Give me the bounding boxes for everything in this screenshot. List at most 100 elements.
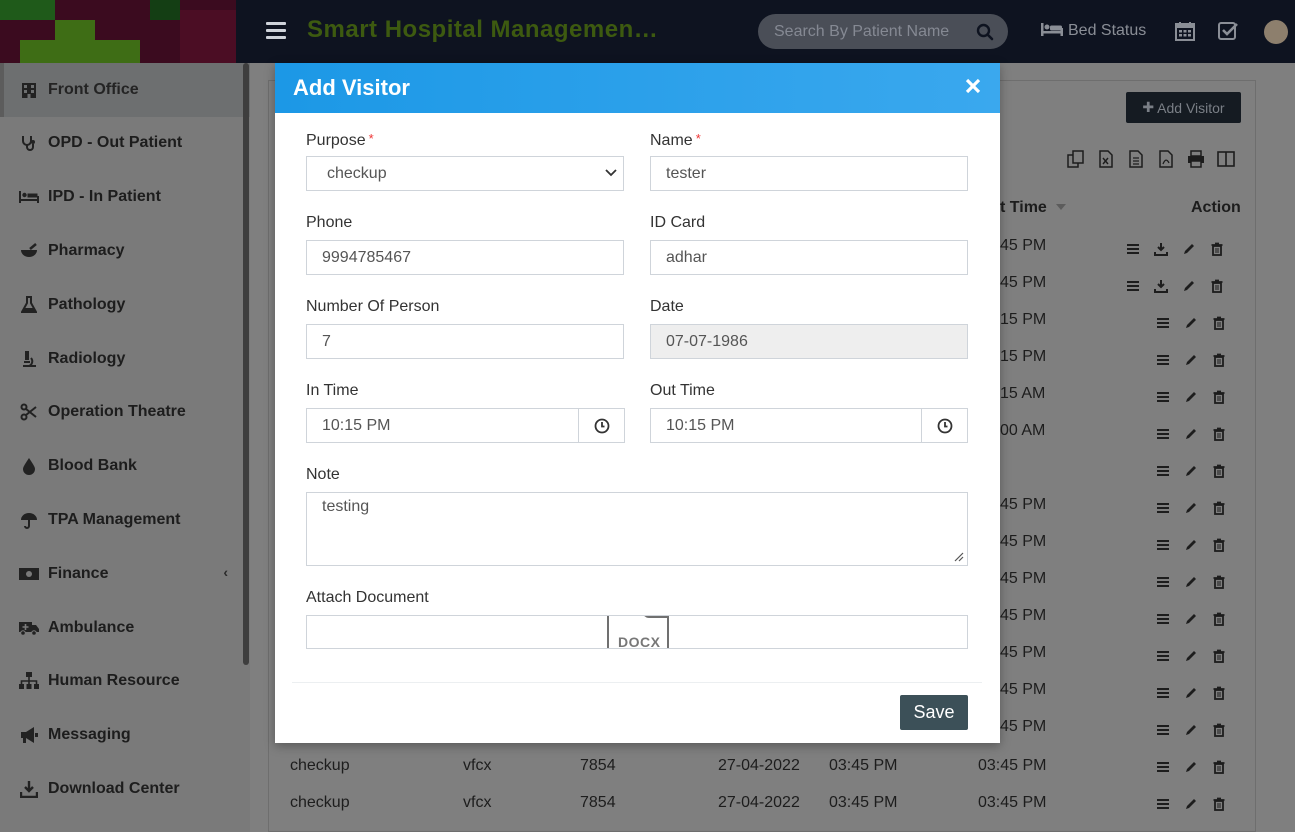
edit-icon[interactable] <box>1184 501 1198 515</box>
sidebar-item-messaging[interactable]: Messaging <box>0 708 250 762</box>
resize-handle-icon[interactable] <box>954 552 964 562</box>
menu-toggle-icon[interactable] <box>266 22 286 40</box>
delete-icon[interactable] <box>1212 612 1226 626</box>
column-header-out-time[interactable]: t Time <box>1000 199 1047 217</box>
id-card-input[interactable]: adhar <box>650 240 968 275</box>
list-icon[interactable] <box>1156 797 1170 811</box>
delete-icon[interactable] <box>1212 353 1226 367</box>
sidebar-item-pharmacy[interactable]: Pharmacy <box>0 224 250 278</box>
list-icon[interactable] <box>1156 427 1170 441</box>
close-icon[interactable] <box>964 77 982 95</box>
list-icon[interactable] <box>1156 723 1170 737</box>
phone-label: Phone <box>306 214 353 231</box>
delete-icon[interactable] <box>1212 427 1226 441</box>
sidebar-item-blood-bank[interactable]: Blood Bank <box>0 439 250 493</box>
delete-icon[interactable] <box>1212 575 1226 589</box>
columns-icon[interactable] <box>1216 150 1236 168</box>
list-icon[interactable] <box>1126 279 1140 293</box>
delete-icon[interactable] <box>1212 686 1226 700</box>
out-time-input[interactable]: 10:15 PM <box>650 408 923 443</box>
list-icon[interactable] <box>1156 464 1170 478</box>
patient-search-input[interactable]: Search By Patient Name <box>758 14 1008 49</box>
list-icon[interactable] <box>1156 353 1170 367</box>
copy-icon[interactable] <box>1066 150 1086 168</box>
print-icon[interactable] <box>1186 150 1206 168</box>
in-time-input[interactable]: 10:15 PM <box>306 408 579 443</box>
list-icon[interactable] <box>1126 242 1140 256</box>
edit-icon[interactable] <box>1182 242 1196 256</box>
delete-icon[interactable] <box>1212 501 1226 515</box>
search-icon[interactable] <box>976 23 994 41</box>
delete-icon[interactable] <box>1212 649 1226 663</box>
in-time-clock-button[interactable] <box>578 408 625 443</box>
sidebar-scrollbar[interactable] <box>243 63 249 665</box>
edit-icon[interactable] <box>1184 686 1198 700</box>
name-input[interactable]: tester <box>650 156 968 191</box>
number-of-person-input[interactable]: 7 <box>306 324 624 359</box>
edit-icon[interactable] <box>1184 464 1198 478</box>
delete-icon[interactable] <box>1212 464 1226 478</box>
sidebar-item-ambulance[interactable]: Ambulance <box>0 601 250 655</box>
list-icon[interactable] <box>1156 390 1170 404</box>
edit-icon[interactable] <box>1182 279 1196 293</box>
note-textarea[interactable]: testing <box>306 492 968 566</box>
sidebar-item-human-resource[interactable]: Human Resource <box>0 654 250 708</box>
edit-icon[interactable] <box>1184 612 1198 626</box>
edit-icon[interactable] <box>1184 723 1198 737</box>
hospital-logo[interactable] <box>0 0 236 63</box>
list-icon[interactable] <box>1156 612 1170 626</box>
edit-icon[interactable] <box>1184 353 1198 367</box>
out-time-clock-button[interactable] <box>921 408 968 443</box>
delete-icon[interactable] <box>1212 316 1226 330</box>
download-icon[interactable] <box>1154 242 1168 256</box>
user-avatar[interactable] <box>1264 20 1288 44</box>
edit-icon[interactable] <box>1184 797 1198 811</box>
sidebar-item-radiology[interactable]: Radiology <box>0 332 250 386</box>
sidebar-item-operation-theatre[interactable]: Operation Theatre <box>0 385 250 439</box>
sidebar-item-download-center[interactable]: Download Center <box>0 762 250 816</box>
edit-icon[interactable] <box>1184 427 1198 441</box>
task-check-icon[interactable] <box>1217 20 1239 42</box>
download-icon[interactable] <box>1154 279 1168 293</box>
list-icon[interactable] <box>1156 501 1170 515</box>
edit-icon[interactable] <box>1184 760 1198 774</box>
edit-icon[interactable] <box>1184 538 1198 552</box>
delete-icon[interactable] <box>1212 797 1226 811</box>
attach-document-dropzone[interactable]: DOCX <box>306 615 968 649</box>
excel-icon[interactable] <box>1096 150 1116 168</box>
edit-icon[interactable] <box>1184 575 1198 589</box>
sidebar-item-ipd[interactable]: IPD - In Patient <box>0 170 250 224</box>
delete-icon[interactable] <box>1212 538 1226 552</box>
calendar-icon[interactable] <box>1174 20 1196 42</box>
sidebar-item-tpa[interactable]: TPA Management <box>0 493 250 547</box>
purpose-select[interactable]: checkup <box>306 156 624 191</box>
list-icon[interactable] <box>1156 575 1170 589</box>
date-input[interactable]: 07-07-1986 <box>650 324 968 359</box>
edit-icon[interactable] <box>1184 390 1198 404</box>
export-toolbar <box>1066 150 1236 168</box>
edit-icon[interactable] <box>1184 649 1198 663</box>
list-icon[interactable] <box>1156 760 1170 774</box>
csv-icon[interactable] <box>1126 150 1146 168</box>
bed-status-link[interactable]: Bed Status <box>1040 21 1146 40</box>
save-button[interactable]: Save <box>900 695 968 730</box>
sidebar-item-finance[interactable]: Finance ‹ <box>0 547 250 601</box>
sidebar-item-front-office[interactable]: Front Office <box>0 63 250 117</box>
list-icon[interactable] <box>1156 686 1170 700</box>
add-visitor-button[interactable]: ✚ Add Visitor <box>1126 92 1241 123</box>
sidebar-item-pathology[interactable]: Pathology <box>0 278 250 332</box>
delete-icon[interactable] <box>1212 760 1226 774</box>
edit-icon[interactable] <box>1184 316 1198 330</box>
list-icon[interactable] <box>1156 538 1170 552</box>
chevron-left-icon[interactable]: ‹ <box>223 564 228 580</box>
delete-icon[interactable] <box>1212 390 1226 404</box>
delete-icon[interactable] <box>1212 723 1226 737</box>
list-icon[interactable] <box>1156 316 1170 330</box>
pdf-icon[interactable] <box>1156 150 1176 168</box>
phone-input[interactable]: 9994785467 <box>306 240 624 275</box>
list-icon[interactable] <box>1156 649 1170 663</box>
delete-icon[interactable] <box>1210 242 1224 256</box>
sort-desc-icon[interactable] <box>1056 204 1066 210</box>
delete-icon[interactable] <box>1210 279 1224 293</box>
sidebar-item-opd[interactable]: OPD - Out Patient <box>0 116 250 170</box>
